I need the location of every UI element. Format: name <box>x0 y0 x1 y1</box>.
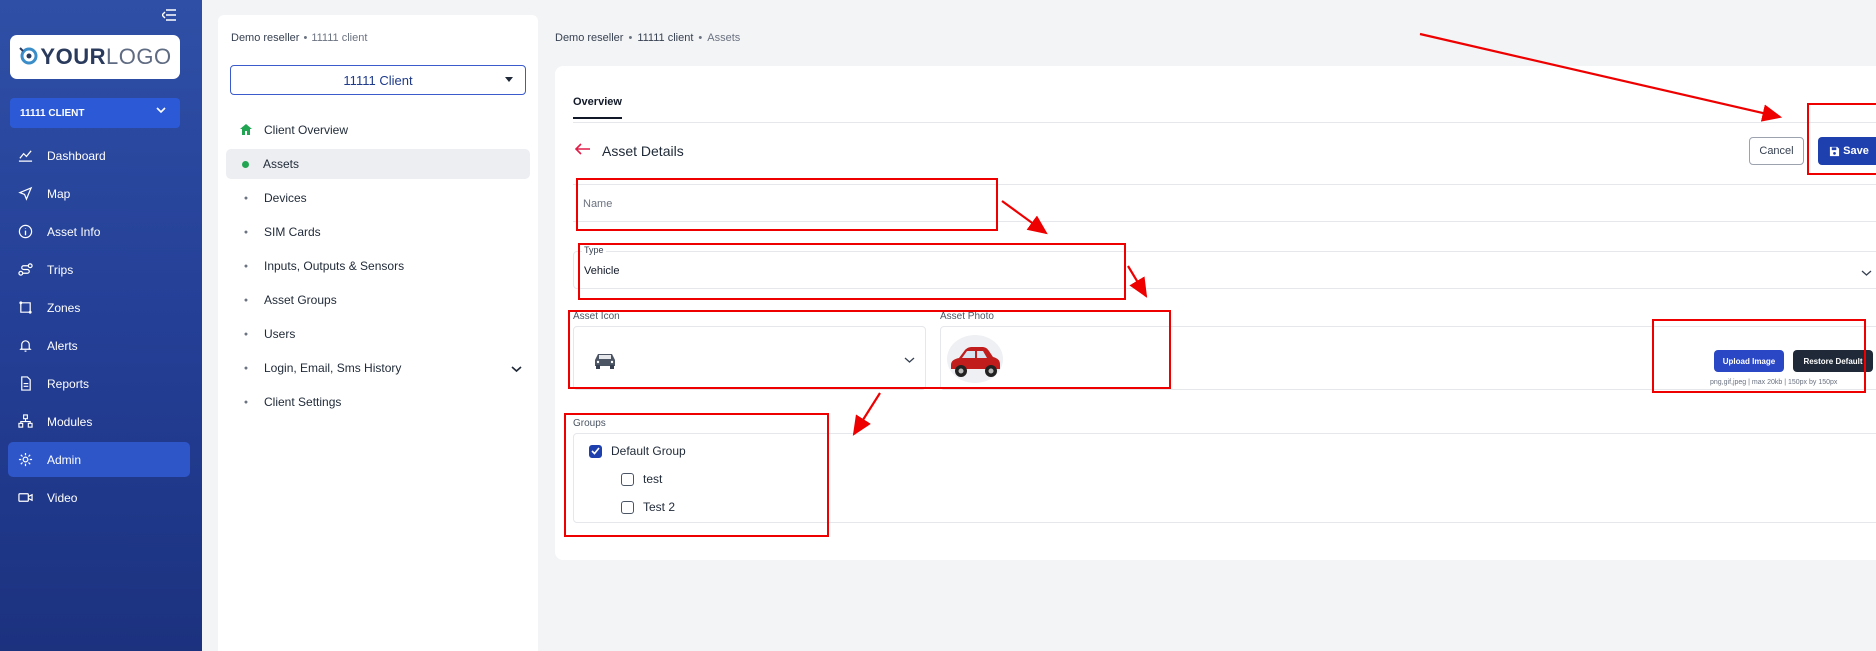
breadcrumb-current: Assets <box>707 32 741 44</box>
client-dropdown-value: 11111 Client <box>343 72 413 88</box>
tab-overview[interactable]: Overview <box>573 96 622 119</box>
menu-item-client-settings[interactable]: ● Client Settings <box>226 387 530 417</box>
menu-item-label: Client Settings <box>264 395 342 409</box>
sidebar-item-modules[interactable]: Modules <box>8 404 190 439</box>
sidebar-item-label: Reports <box>47 376 90 391</box>
bullet-icon: ● <box>243 330 249 338</box>
breadcrumb-reseller[interactable]: Demo reseller <box>555 32 623 44</box>
menu-item-client-overview[interactable]: Client Overview <box>226 115 530 145</box>
route-icon <box>18 263 33 276</box>
menu-item-label: Users <box>264 327 296 341</box>
back-arrow-icon[interactable] <box>574 142 591 160</box>
logo-pin-icon <box>19 47 38 65</box>
gear-icon <box>18 452 33 467</box>
sidebar-nav: Dashboard Map Asset Info Trips Zones Ale… <box>8 138 190 518</box>
menu-item-label: Client Overview <box>264 123 349 137</box>
sidebar-item-map[interactable]: Map <box>8 176 190 211</box>
sidebar-item-zones[interactable]: Zones <box>8 290 190 325</box>
menu-item-label: Inputs, Outputs & Sensors <box>264 259 405 273</box>
breadcrumb: Demo reseller • 11111 client <box>231 32 368 44</box>
info-icon <box>18 224 33 239</box>
menu-item-label: Assets <box>263 157 300 171</box>
bullet-icon: ● <box>243 228 249 236</box>
chevron-down-icon <box>1861 264 1872 282</box>
annotation-box-groups <box>564 413 829 537</box>
video-icon <box>18 493 33 502</box>
menu-item-users[interactable]: ● Users <box>226 319 530 349</box>
sidebar-item-reports[interactable]: Reports <box>8 366 190 401</box>
logo-text-bold: YOUR <box>40 44 106 69</box>
tab-divider <box>573 122 1876 123</box>
annotation-box-save <box>1807 103 1876 175</box>
sidebar-item-asset-info[interactable]: Asset Info <box>8 214 190 249</box>
menu-item-sim-cards[interactable]: ● SIM Cards <box>226 217 530 247</box>
bell-icon <box>19 340 32 352</box>
sidebar-item-label: Admin <box>47 452 82 467</box>
sidebar-item-label: Video <box>47 490 78 505</box>
logo-text-light: LOGO <box>105 44 172 69</box>
sidebar-item-admin[interactable]: Admin <box>8 442 190 477</box>
menu-item-login-history[interactable]: ● Login, Email, Sms History <box>226 353 530 383</box>
chevron-down-icon <box>511 362 522 376</box>
sidebar-item-label: Alerts <box>47 338 78 353</box>
client-menu: Client Overview Assets ● Devices ● SIM C… <box>226 115 530 421</box>
logo: YOUR LOGO <box>10 35 180 79</box>
chart-line-icon <box>18 150 33 162</box>
cancel-button[interactable]: Cancel <box>1749 137 1804 165</box>
caret-down-icon <box>505 77 513 82</box>
main-sidebar: YOUR LOGO 11111 CLIENT Dashboard Map Asse… <box>0 0 202 651</box>
active-dot-icon <box>242 160 249 168</box>
chevron-down-icon <box>156 106 166 117</box>
collapse-menu-icon[interactable] <box>161 8 180 24</box>
bullet-icon: ● <box>243 296 249 304</box>
client-panel: Demo reseller • 11111 client 11111 Client … <box>218 15 538 651</box>
client-select[interactable]: 11111 CLIENT <box>10 98 180 128</box>
home-icon <box>240 123 252 137</box>
sidebar-item-label: Modules <box>47 414 93 429</box>
sidebar-item-trips[interactable]: Trips <box>8 252 190 287</box>
breadcrumb: Demo reseller • 11111 client • Assets <box>555 32 741 44</box>
report-icon <box>21 376 31 391</box>
client-dropdown[interactable]: 11111 Client <box>230 65 526 95</box>
sidebar-item-alerts[interactable]: Alerts <box>8 328 190 363</box>
breadcrumb-reseller[interactable]: Demo reseller <box>231 32 299 44</box>
sidebar-item-label: Dashboard <box>47 148 106 163</box>
sidebar-item-label: Map <box>47 186 71 201</box>
page-title: Asset Details <box>602 143 684 159</box>
menu-item-label: Asset Groups <box>264 293 337 307</box>
breadcrumb-client[interactable]: 11111 client <box>311 32 367 44</box>
annotation-box-icon-photo <box>568 310 1171 389</box>
annotation-box-name <box>576 178 998 231</box>
breadcrumb-client[interactable]: 11111 client <box>637 32 693 44</box>
menu-item-assets[interactable]: Assets <box>226 149 530 179</box>
zone-icon <box>19 301 32 314</box>
bullet-icon: ● <box>243 364 249 372</box>
menu-item-inputs-outputs[interactable]: ● Inputs, Outputs & Sensors <box>226 251 530 281</box>
menu-item-devices[interactable]: ● Devices <box>226 183 530 213</box>
modules-icon <box>18 414 33 428</box>
annotation-box-type <box>578 243 1126 300</box>
navigation-icon <box>18 186 33 201</box>
menu-item-asset-groups[interactable]: ● Asset Groups <box>226 285 530 315</box>
sidebar-item-label: Zones <box>47 300 81 315</box>
menu-item-label: SIM Cards <box>264 225 321 239</box>
sidebar-item-dashboard[interactable]: Dashboard <box>8 138 190 173</box>
sidebar-item-label: Trips <box>47 262 74 277</box>
bullet-icon: ● <box>243 262 249 270</box>
sidebar-item-label: Asset Info <box>47 224 101 239</box>
client-select-value: 11111 CLIENT <box>20 107 85 119</box>
bullet-icon: ● <box>243 398 249 406</box>
bullet-icon: ● <box>243 194 249 202</box>
sidebar-item-video[interactable]: Video <box>8 480 190 515</box>
annotation-box-upload <box>1652 319 1866 393</box>
menu-item-label: Login, Email, Sms History <box>264 361 402 375</box>
menu-item-label: Devices <box>264 191 307 205</box>
